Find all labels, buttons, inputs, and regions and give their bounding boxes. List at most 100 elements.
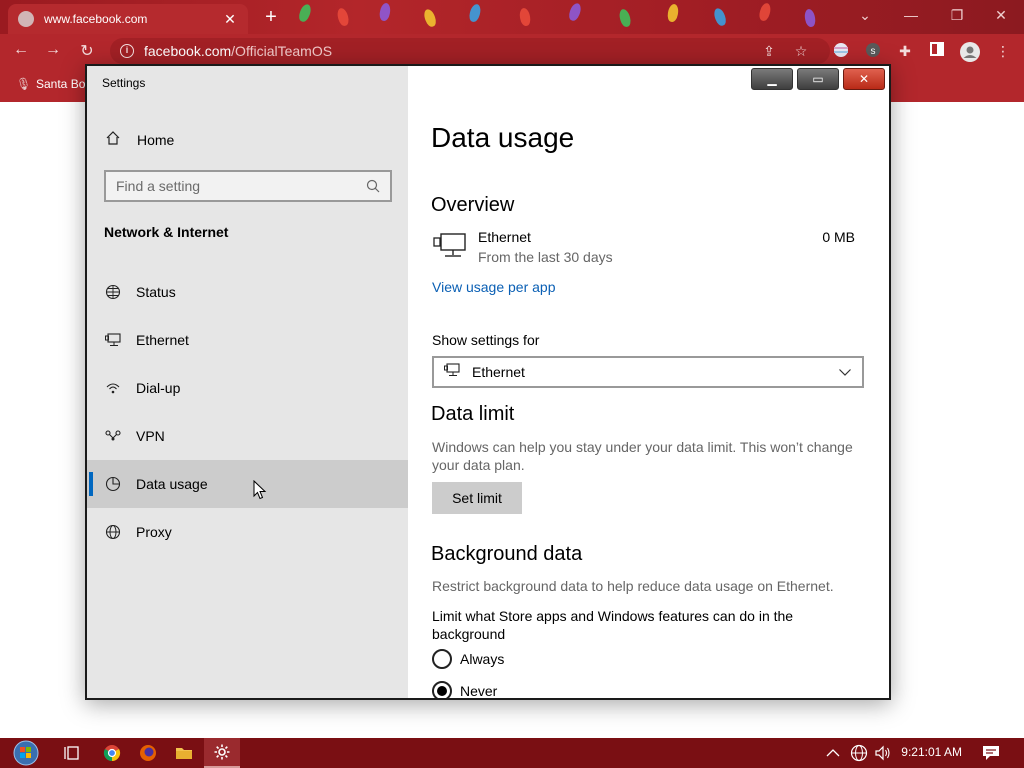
sidebar-item-status[interactable]: Status — [87, 268, 408, 316]
forward-arrow-icon[interactable]: → — [42, 41, 64, 61]
minimize-button[interactable]: ▁ — [751, 68, 793, 90]
network-select-value: Ethernet — [472, 364, 525, 380]
dialup-icon — [104, 379, 122, 397]
close-icon: ✕ — [858, 72, 870, 86]
settings-sidebar: Settings Home Network & Internet Status — [87, 66, 408, 698]
task-view-icon — [64, 746, 79, 760]
windows-logo-icon — [13, 740, 39, 766]
tab-title: www.facebook.com — [44, 12, 148, 26]
connection-name: Ethernet — [478, 229, 531, 245]
search-input[interactable] — [116, 178, 366, 194]
extension-s-icon[interactable]: s — [864, 42, 882, 60]
home-icon — [105, 130, 121, 150]
vpn-icon — [104, 427, 122, 445]
radio-always[interactable]: Always — [432, 649, 504, 669]
url-text: facebook.com/OfficialTeamOS — [144, 43, 333, 59]
settings-window: Settings Home Network & Internet Status — [85, 64, 891, 700]
window-controls: ▁ ▭ ✕ — [751, 68, 885, 90]
taskbar-clock[interactable]: 9:21:01 AM — [901, 745, 962, 759]
browser-toolbar: ← → ↻ i facebook.com/OfficialTeamOS ⇪ ☆ … — [0, 34, 1024, 68]
page-title: Data usage — [431, 122, 575, 153]
gear-icon — [214, 744, 230, 760]
connection-period: From the last 30 days — [478, 249, 613, 265]
action-center-button[interactable] — [982, 738, 1000, 768]
chevron-down-icon — [838, 365, 852, 379]
sidebar-item-proxy[interactable]: Proxy — [87, 508, 408, 556]
sidebar-item-label: Data usage — [136, 476, 208, 492]
radio-label: Never — [460, 683, 498, 699]
settings-content: ▁ ▭ ✕ Data usage Overview Ethernet From … — [408, 66, 889, 698]
set-limit-button[interactable]: Set limit — [432, 482, 522, 514]
usage-amount: 0 MB — [822, 229, 855, 245]
firefox-taskbar-button[interactable] — [130, 738, 166, 768]
view-usage-per-app-link[interactable]: View usage per app — [432, 279, 556, 295]
ethernet-icon — [444, 362, 462, 382]
settings-taskbar-button[interactable] — [204, 738, 240, 768]
close-tab-icon[interactable]: ✕ — [222, 11, 238, 28]
task-view-button[interactable] — [54, 738, 90, 768]
browser-tab[interactable]: www.facebook.com ✕ — [8, 4, 248, 34]
network-select[interactable]: Ethernet — [432, 356, 864, 388]
microphone-icon: 🎙 — [16, 77, 32, 91]
restore-browser-button[interactable]: ❐ — [934, 0, 980, 30]
ethernet-icon — [104, 331, 122, 349]
svg-text:s: s — [871, 46, 876, 57]
notification-icon — [983, 746, 999, 760]
overview-heading: Overview — [431, 194, 515, 216]
profile-avatar-icon[interactable] — [960, 42, 980, 62]
sidebar-item-label: Status — [136, 284, 176, 300]
browser-tab-strip: www.facebook.com ✕ + ⌄ — ❐ ✕ — [0, 0, 1024, 34]
side-panel-icon[interactable] — [928, 42, 946, 60]
sidebar-item-label: Dial-up — [136, 380, 181, 396]
maximize-icon: ▭ — [812, 72, 824, 86]
share-icon[interactable]: ⇪ — [760, 42, 778, 60]
radio-label: Always — [460, 651, 505, 667]
minimize-browser-button[interactable]: — — [888, 0, 934, 30]
data-limit-description: Windows can help you stay under your dat… — [432, 439, 853, 473]
data-limit-heading: Data limit — [431, 403, 515, 425]
site-info-icon[interactable]: i — [120, 44, 134, 58]
tab-search-icon[interactable]: ⌄ — [842, 0, 888, 30]
extension-flag-icon[interactable] — [832, 42, 850, 60]
extensions-puzzle-icon[interactable]: ✚ — [896, 42, 914, 60]
address-bar[interactable]: i facebook.com/OfficialTeamOS — [110, 38, 830, 64]
bookmark-star-icon[interactable]: ☆ — [792, 42, 810, 60]
maximize-button[interactable]: ▭ — [797, 68, 839, 90]
file-explorer-taskbar-button[interactable] — [166, 738, 202, 768]
bookmark-item[interactable]: 🎙 Santa Bo — [16, 77, 85, 91]
window-title: Settings — [102, 76, 146, 90]
sidebar-item-label: VPN — [136, 428, 165, 444]
show-settings-label: Show settings for — [432, 332, 540, 348]
sidebar-item-dialup[interactable]: Dial-up — [87, 364, 408, 412]
network-tray-button[interactable] — [850, 738, 868, 768]
mouse-cursor-icon — [253, 480, 267, 500]
new-tab-button[interactable]: + — [262, 6, 280, 29]
minimize-icon: ▁ — [767, 72, 777, 86]
close-button[interactable]: ✕ — [843, 68, 885, 90]
sidebar-item-label: Ethernet — [136, 332, 189, 348]
sidebar-item-ethernet[interactable]: Ethernet — [87, 316, 408, 364]
start-button[interactable] — [6, 738, 46, 768]
settings-search[interactable] — [104, 170, 392, 202]
section-heading: Network & Internet — [104, 224, 229, 240]
sidebar-item-vpn[interactable]: VPN — [87, 412, 408, 460]
proxy-icon — [104, 523, 122, 541]
radio-button[interactable] — [432, 649, 452, 669]
home-nav-item[interactable]: Home — [87, 122, 408, 158]
taskbar: 9:21:01 AM — [0, 738, 1024, 768]
browser-menu-icon[interactable]: ⋮ — [994, 42, 1012, 60]
status-icon — [104, 283, 122, 301]
chrome-taskbar-button[interactable] — [94, 738, 130, 768]
back-arrow-icon[interactable]: ← — [10, 41, 32, 61]
folder-icon — [176, 748, 192, 759]
reload-icon[interactable]: ↻ — [76, 41, 98, 61]
show-hidden-icons-button[interactable] — [826, 738, 840, 768]
radio-button-selected[interactable] — [432, 681, 452, 698]
close-browser-button[interactable]: ✕ — [978, 0, 1024, 30]
volume-tray-button[interactable] — [874, 738, 892, 768]
chrome-icon — [103, 745, 121, 762]
sidebar-item-data-usage[interactable]: Data usage — [87, 460, 408, 508]
ethernet-monitor-icon — [433, 233, 466, 257]
radio-never[interactable]: Never — [432, 681, 498, 699]
globe-icon — [850, 744, 868, 762]
